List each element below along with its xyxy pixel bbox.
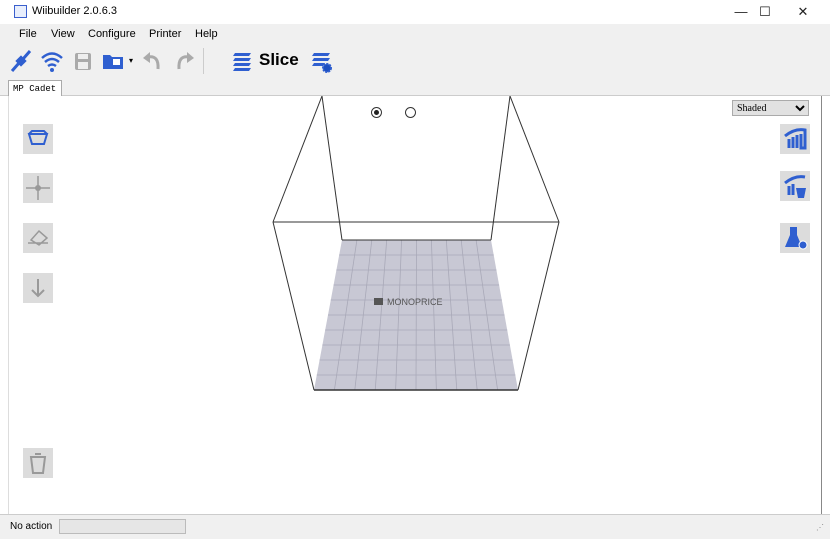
menu-file[interactable]: File bbox=[19, 28, 37, 40]
toolbar: ▾ bbox=[0, 44, 830, 78]
close-button[interactable]: ✕ bbox=[788, 2, 818, 22]
status-bar: No action ⋰ bbox=[0, 514, 830, 539]
resize-grip-icon[interactable]: ⋰ bbox=[816, 523, 824, 532]
menu-view[interactable]: View bbox=[51, 28, 75, 40]
tab-strip: MP Cadet bbox=[0, 78, 830, 97]
slice-settings-icon[interactable] bbox=[309, 49, 333, 73]
tab-mp-cadet[interactable]: MP Cadet bbox=[8, 80, 62, 97]
view-perspective-button[interactable] bbox=[23, 124, 53, 154]
slice-layers-icon[interactable] bbox=[230, 49, 254, 73]
bed-logo-text: MONOPRICE bbox=[387, 297, 443, 307]
build-volume: MONOPRICE bbox=[272, 96, 560, 391]
move-tool-button[interactable] bbox=[23, 173, 53, 203]
lay-flat-button[interactable] bbox=[23, 223, 53, 253]
window-title: Wiibuilder 2.0.6.3 bbox=[32, 5, 117, 17]
menu-printer[interactable]: Printer bbox=[149, 28, 181, 40]
render-mode-select[interactable]: Shaded bbox=[732, 100, 809, 116]
open-file-icon[interactable] bbox=[101, 49, 125, 73]
material-settings-button[interactable] bbox=[780, 223, 810, 253]
supports-button[interactable] bbox=[780, 124, 810, 154]
progress-bar bbox=[59, 519, 186, 534]
monoprice-logo-icon bbox=[374, 298, 383, 305]
save-icon[interactable] bbox=[71, 49, 95, 73]
undo-icon[interactable] bbox=[141, 49, 165, 73]
wifi-icon[interactable] bbox=[40, 49, 64, 73]
app-icon bbox=[14, 5, 27, 18]
maximize-button[interactable]: ☐ bbox=[750, 2, 780, 22]
menu-help[interactable]: Help bbox=[195, 28, 218, 40]
toolbar-separator bbox=[203, 48, 204, 74]
drop-to-bed-button[interactable] bbox=[23, 273, 53, 303]
slice-button[interactable]: Slice bbox=[259, 50, 299, 70]
redo-icon[interactable] bbox=[172, 49, 196, 73]
view-radio-2[interactable] bbox=[405, 107, 416, 118]
view-radio-1[interactable] bbox=[371, 107, 382, 118]
delete-button[interactable] bbox=[23, 448, 53, 478]
connect-usb-icon[interactable] bbox=[9, 49, 33, 73]
open-dropdown-arrow-icon[interactable]: ▾ bbox=[129, 56, 133, 65]
3d-viewport[interactable]: MONOPRICE bbox=[8, 96, 822, 514]
title-bar: Wiibuilder 2.0.6.3 — ☐ ✕ bbox=[0, 0, 830, 24]
menu-configure[interactable]: Configure bbox=[88, 28, 136, 40]
menu-bar: File View Configure Printer Help bbox=[0, 24, 830, 44]
remove-supports-button[interactable] bbox=[780, 171, 810, 201]
status-text: No action bbox=[10, 521, 53, 532]
